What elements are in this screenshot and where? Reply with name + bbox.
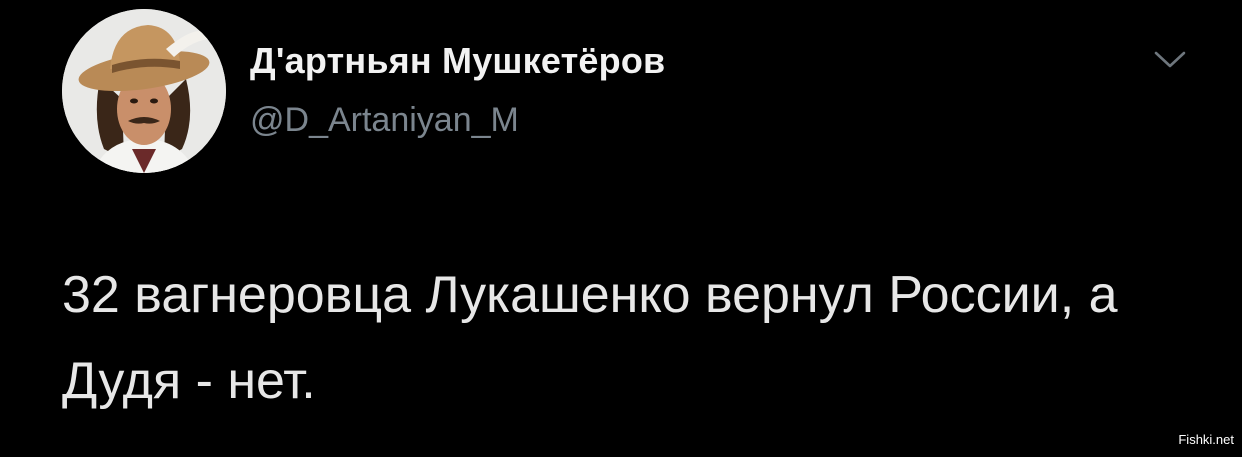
chevron-down-icon bbox=[1154, 51, 1186, 68]
tweet-menu-button[interactable] bbox=[1150, 44, 1190, 74]
author-display-name[interactable]: Д'артньян Мушкетёров bbox=[250, 40, 665, 82]
author-handle[interactable]: @D_Artaniyan_M bbox=[250, 101, 519, 140]
tweet-text: 32 вагнеровца Лукашенко вернул России, а… bbox=[62, 266, 1118, 410]
profile-photo-icon bbox=[62, 9, 226, 173]
avatar[interactable] bbox=[62, 9, 226, 173]
watermark: Fishki.net bbox=[1178, 432, 1234, 447]
tweet-card: Д'артньян Мушкетёров @D_Artaniyan_M 32 в… bbox=[0, 0, 1242, 457]
